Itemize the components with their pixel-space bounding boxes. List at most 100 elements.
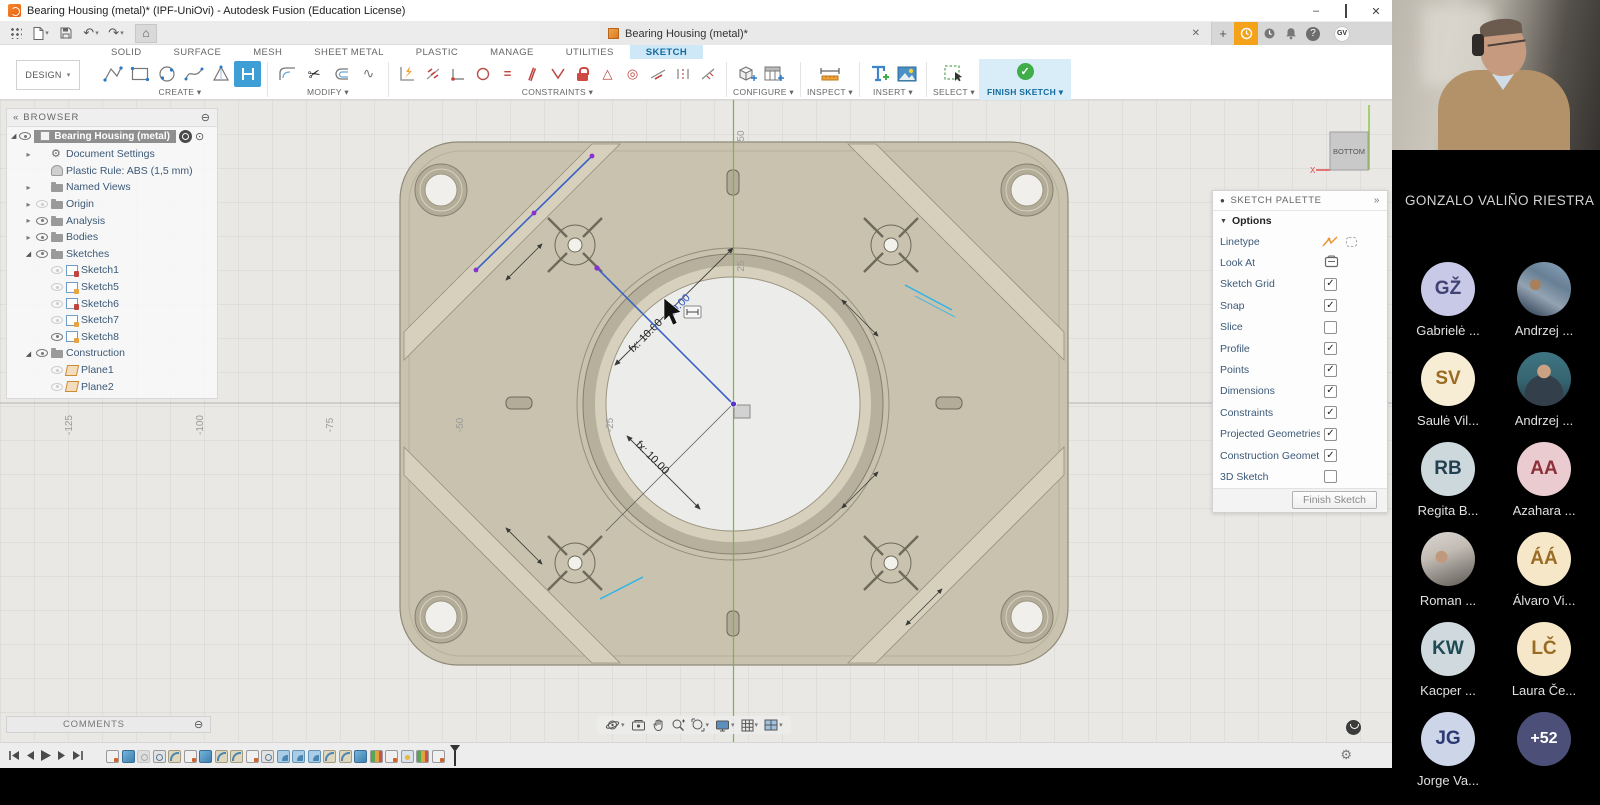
fix-constraint[interactable] xyxy=(570,61,595,87)
horizontal-vertical-constraint[interactable] xyxy=(445,61,470,87)
polygon-tool[interactable] xyxy=(207,61,234,87)
curvature-constraint[interactable] xyxy=(695,61,720,87)
viewcube-face-label[interactable]: BOTTOM xyxy=(1333,147,1365,156)
visibility-eye-icon[interactable] xyxy=(51,366,63,374)
palette-options-section[interactable]: ▼ Options xyxy=(1213,211,1387,231)
expand-arrow-icon[interactable] xyxy=(24,150,33,159)
timeline-feature-icon[interactable] xyxy=(432,750,445,763)
timeline-feature-icon[interactable] xyxy=(153,750,166,763)
zoom-button[interactable] xyxy=(671,718,685,732)
insert-image-tool[interactable] xyxy=(893,61,920,87)
ribbon-tab[interactable]: SOLID xyxy=(95,45,158,59)
browser-options-icon[interactable]: ⊖ xyxy=(201,111,211,124)
checkbox[interactable]: ✓ xyxy=(1324,406,1337,419)
document-tab[interactable]: Bearing Housing (metal)* ✕ xyxy=(600,22,1212,45)
midpoint-constraint[interactable]: △ xyxy=(595,61,620,87)
group-label-create[interactable]: CREATE ▾ xyxy=(99,87,261,100)
checkbox[interactable]: ✓ xyxy=(1324,385,1337,398)
ribbon-tab[interactable]: SURFACE xyxy=(158,45,238,59)
select-tool[interactable] xyxy=(940,61,967,87)
timeline-feature-icon[interactable] xyxy=(106,750,119,763)
close-button[interactable]: ✕ xyxy=(1368,5,1384,18)
checkbox[interactable]: ✓ xyxy=(1324,428,1337,441)
ribbon-tab[interactable]: UTILITIES xyxy=(550,45,630,59)
fillet-tool[interactable] xyxy=(274,61,301,87)
expand-arrow-icon[interactable]: ◢ xyxy=(11,132,16,140)
redo-button[interactable]: ↷▾ xyxy=(107,24,125,42)
perpendicular-constraint[interactable] xyxy=(545,61,570,87)
timeline-feature-icon[interactable] xyxy=(277,750,290,763)
linetype-controls[interactable] xyxy=(1322,236,1358,248)
browser-tree-row[interactable]: ⚙ Plastic Rule: ABS (1,5 mm) xyxy=(7,163,217,180)
timeline-feature-icon[interactable] xyxy=(184,750,197,763)
equal-constraint[interactable]: = xyxy=(495,61,520,87)
browser-tree-row[interactable]: ⚙ Sketches xyxy=(7,246,217,263)
participant-tile[interactable]: Andrzej ... xyxy=(1500,262,1588,338)
participant-tile[interactable]: AA Azahara ... xyxy=(1500,442,1588,518)
spline-tool[interactable] xyxy=(180,61,207,87)
measure-tool[interactable] xyxy=(816,61,843,87)
viewcube[interactable]: X BOTTOM xyxy=(1310,105,1369,175)
participant-tile[interactable]: KW Kacper ... xyxy=(1404,622,1492,698)
edit-spline-tool[interactable]: ∿ xyxy=(355,61,382,87)
checkbox[interactable]: ✓ xyxy=(1324,342,1337,355)
browser-tree-row[interactable]: ⚙ Plane1 xyxy=(7,362,217,379)
grid-settings-button[interactable]: ▾ xyxy=(741,719,759,732)
visibility-eye-icon[interactable] xyxy=(19,132,31,140)
ribbon-tab[interactable]: SHEET METAL xyxy=(298,45,400,59)
group-label-constraints[interactable]: CONSTRAINTS ▾ xyxy=(395,87,720,100)
timeline-feature-icon[interactable] xyxy=(339,750,352,763)
symmetry-constraint[interactable] xyxy=(670,61,695,87)
visibility-eye-icon[interactable] xyxy=(51,383,63,391)
coincident-constraint[interactable] xyxy=(470,61,495,87)
minimize-button[interactable]: – xyxy=(1308,5,1324,17)
tab-close-button[interactable]: ✕ xyxy=(1189,28,1203,39)
hatch-constraint-icon[interactable] xyxy=(420,61,445,87)
line-tool[interactable] xyxy=(99,61,126,87)
timeline-feature-icon[interactable] xyxy=(168,750,181,763)
job-status-button[interactable] xyxy=(1234,22,1258,45)
expand-arrow-icon[interactable] xyxy=(24,216,33,225)
look-at-button[interactable] xyxy=(631,719,646,732)
timeline-feature-icon[interactable] xyxy=(122,750,135,763)
timeline-feature-icon[interactable] xyxy=(199,750,212,763)
fit-button[interactable]: ▾ xyxy=(691,718,710,732)
visibility-eye-icon[interactable] xyxy=(36,349,48,357)
pan-button[interactable] xyxy=(652,719,665,732)
history-button[interactable] xyxy=(1258,22,1280,45)
assistant-icon[interactable] xyxy=(1346,720,1361,735)
participant-tile[interactable]: SV Saulė Vil... xyxy=(1404,352,1492,428)
checkbox[interactable]: ✓ xyxy=(1324,299,1337,312)
expand-arrow-icon[interactable] xyxy=(24,349,33,358)
timeline-playhead[interactable] xyxy=(448,745,462,767)
timeline-feature-icon[interactable] xyxy=(308,750,321,763)
ribbon-tab[interactable]: PLASTIC xyxy=(400,45,474,59)
visibility-eye-icon[interactable] xyxy=(36,217,48,225)
participant-tile[interactable]: GŽ Gabrielė ... xyxy=(1404,262,1492,338)
browser-tree-row[interactable]: ⚙ Sketch8 xyxy=(7,329,217,346)
step-forward-button[interactable] xyxy=(57,750,67,761)
participant-tile[interactable]: +52 xyxy=(1500,712,1588,788)
participant-tile[interactable]: ÁÁ Álvaro Vi... xyxy=(1500,532,1588,608)
search-icon[interactable] xyxy=(179,130,192,143)
new-tab-button[interactable]: + xyxy=(1212,22,1234,45)
browser-tree-row[interactable]: ⚙ Plane2 xyxy=(7,378,217,395)
expand-arrow-icon[interactable] xyxy=(24,233,33,242)
collapse-panel-icon[interactable]: « xyxy=(13,112,19,123)
viewports-button[interactable]: ▾ xyxy=(764,719,783,731)
home-view-button[interactable]: ⌂ xyxy=(135,24,157,43)
timeline-feature-icon[interactable] xyxy=(416,750,429,763)
ribbon-tab[interactable]: SKETCH xyxy=(630,45,703,59)
visibility-eye-icon[interactable] xyxy=(51,283,63,291)
group-label-inspect[interactable]: INSPECT ▾ xyxy=(807,87,853,100)
browser-tree-row[interactable]: ⚙ Analysis xyxy=(7,212,217,229)
browser-tree-row[interactable]: ⚙ Origin xyxy=(7,196,217,213)
account-avatar[interactable]: GV xyxy=(1334,26,1350,42)
configuration-table-tool[interactable] xyxy=(760,61,787,87)
participant-tile[interactable]: Roman ... xyxy=(1404,532,1492,608)
timeline-feature-icon[interactable] xyxy=(385,750,398,763)
target-icon[interactable]: ⊙ xyxy=(195,130,204,143)
workspace-selector[interactable]: DESIGN ▾ xyxy=(16,60,80,90)
checkbox[interactable] xyxy=(1324,470,1337,483)
checkbox[interactable]: ✓ xyxy=(1324,278,1337,291)
